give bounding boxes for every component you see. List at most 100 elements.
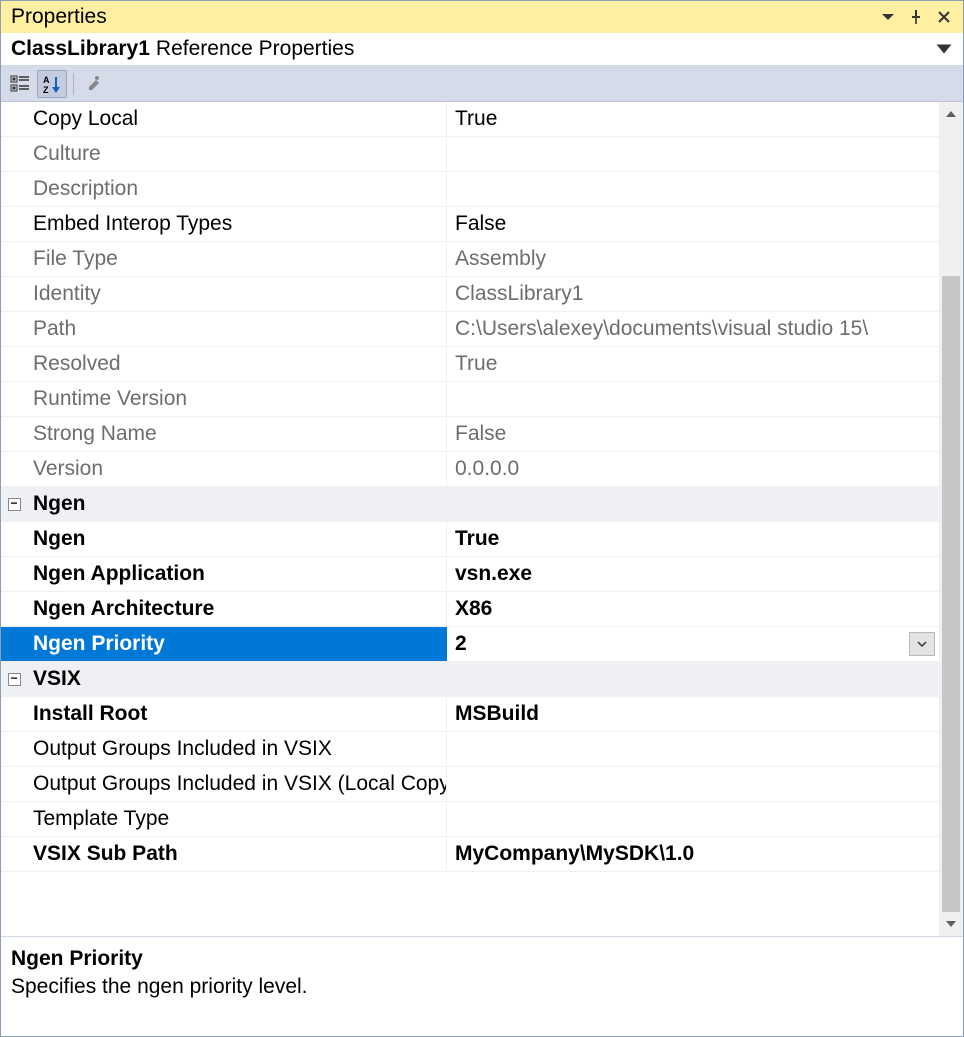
dropdown-button[interactable] [909, 632, 935, 656]
property-row[interactable]: Culture [1, 137, 939, 172]
property-value[interactable] [447, 767, 939, 801]
property-row[interactable]: Output Groups Included in VSIX (Local Co… [1, 767, 939, 802]
property-name: File Type [27, 242, 447, 276]
description-text: Specifies the ngen priority level. [11, 975, 953, 999]
row-gutter [1, 592, 27, 626]
property-value[interactable] [447, 732, 939, 766]
collapse-icon[interactable] [8, 498, 21, 511]
property-value[interactable]: vsn.exe [447, 557, 939, 591]
row-gutter [1, 102, 27, 136]
property-grid: Copy LocalTrueCultureDescriptionEmbed In… [1, 102, 939, 936]
category-row[interactable]: VSIX [1, 662, 939, 697]
property-row[interactable]: Runtime Version [1, 382, 939, 417]
row-gutter [1, 837, 27, 871]
row-gutter [1, 172, 27, 206]
toolbar: A Z [1, 66, 963, 102]
property-row[interactable]: Ngen ArchitectureX86 [1, 592, 939, 627]
description-pane: Ngen Priority Specifies the ngen priorit… [1, 936, 963, 1036]
body: Copy LocalTrueCultureDescriptionEmbed In… [1, 102, 963, 936]
window-title: Properties [11, 5, 107, 29]
row-gutter [1, 277, 27, 311]
property-row[interactable]: Output Groups Included in VSIX [1, 732, 939, 767]
property-name: Install Root [27, 697, 447, 731]
category-name: VSIX [27, 662, 447, 696]
vertical-scrollbar[interactable] [939, 102, 963, 936]
row-gutter[interactable] [1, 487, 27, 521]
property-pages-button[interactable] [80, 70, 110, 98]
property-value[interactable]: True [447, 102, 939, 136]
property-row[interactable]: Template Type [1, 802, 939, 837]
scroll-up-icon[interactable] [939, 102, 963, 126]
row-gutter [1, 382, 27, 416]
row-gutter [1, 417, 27, 451]
property-value: ClassLibrary1 [447, 277, 939, 311]
scroll-down-icon[interactable] [939, 912, 963, 936]
row-gutter [1, 627, 27, 661]
property-name: Culture [27, 137, 447, 171]
window-menu-icon[interactable] [877, 6, 899, 28]
row-gutter [1, 137, 27, 171]
property-name: Template Type [27, 802, 447, 836]
property-row[interactable]: Ngen Priority2 [1, 627, 939, 662]
grid-rows: Copy LocalTrueCultureDescriptionEmbed In… [1, 102, 939, 936]
property-value[interactable] [447, 802, 939, 836]
property-row[interactable]: Strong NameFalse [1, 417, 939, 452]
property-row[interactable]: Description [1, 172, 939, 207]
property-name: Output Groups Included in VSIX [27, 732, 447, 766]
property-value[interactable]: MSBuild [447, 697, 939, 731]
property-value: 0.0.0.0 [447, 452, 939, 486]
row-gutter [1, 207, 27, 241]
alphabetical-button[interactable]: A Z [37, 70, 67, 98]
property-name: Path [27, 312, 447, 346]
property-value[interactable]: False [447, 207, 939, 241]
property-name: Runtime Version [27, 382, 447, 416]
row-gutter [1, 242, 27, 276]
property-row[interactable]: Ngen Applicationvsn.exe [1, 557, 939, 592]
titlebar: Properties [1, 1, 963, 33]
svg-text:Z: Z [43, 85, 49, 95]
scrollbar-track[interactable] [939, 126, 963, 912]
row-gutter[interactable] [1, 662, 27, 696]
object-selector[interactable]: ClassLibrary1 Reference Properties [1, 33, 963, 66]
property-row[interactable]: Embed Interop TypesFalse [1, 207, 939, 242]
property-value[interactable]: MyCompany\MySDK\1.0 [447, 837, 939, 871]
categorized-button[interactable] [5, 70, 35, 98]
property-row[interactable]: Version0.0.0.0 [1, 452, 939, 487]
close-icon[interactable] [933, 6, 955, 28]
property-name: Copy Local [27, 102, 447, 136]
toolbar-separator [73, 73, 74, 95]
property-name: VSIX Sub Path [27, 837, 447, 871]
row-gutter [1, 732, 27, 766]
row-gutter [1, 802, 27, 836]
pin-icon[interactable] [905, 6, 927, 28]
property-row[interactable]: Install RootMSBuild [1, 697, 939, 732]
property-name: Ngen Application [27, 557, 447, 591]
property-row[interactable]: PathC:\Users\alexey\documents\visual stu… [1, 312, 939, 347]
property-value[interactable]: True [447, 522, 939, 556]
collapse-icon[interactable] [8, 673, 21, 686]
category-row[interactable]: Ngen [1, 487, 939, 522]
category-name: Ngen [27, 487, 447, 521]
property-row[interactable]: Copy LocalTrue [1, 102, 939, 137]
property-name: Embed Interop Types [27, 207, 447, 241]
property-value[interactable]: 2 [447, 627, 939, 661]
category-value [447, 662, 939, 696]
property-name: Ngen Priority [27, 627, 447, 661]
row-gutter [1, 312, 27, 346]
property-name: Ngen Architecture [27, 592, 447, 626]
property-row[interactable]: File TypeAssembly [1, 242, 939, 277]
scrollbar-thumb[interactable] [942, 276, 960, 912]
property-name: Description [27, 172, 447, 206]
object-name: ClassLibrary1 [11, 37, 150, 61]
property-row[interactable]: VSIX Sub PathMyCompany\MySDK\1.0 [1, 837, 939, 872]
row-gutter [1, 767, 27, 801]
property-row[interactable]: ResolvedTrue [1, 347, 939, 382]
row-gutter [1, 697, 27, 731]
property-value[interactable]: X86 [447, 592, 939, 626]
property-row[interactable]: NgenTrue [1, 522, 939, 557]
property-value: Assembly [447, 242, 939, 276]
chevron-down-icon[interactable] [935, 40, 953, 58]
property-name: Strong Name [27, 417, 447, 451]
property-value [447, 137, 939, 171]
property-row[interactable]: IdentityClassLibrary1 [1, 277, 939, 312]
